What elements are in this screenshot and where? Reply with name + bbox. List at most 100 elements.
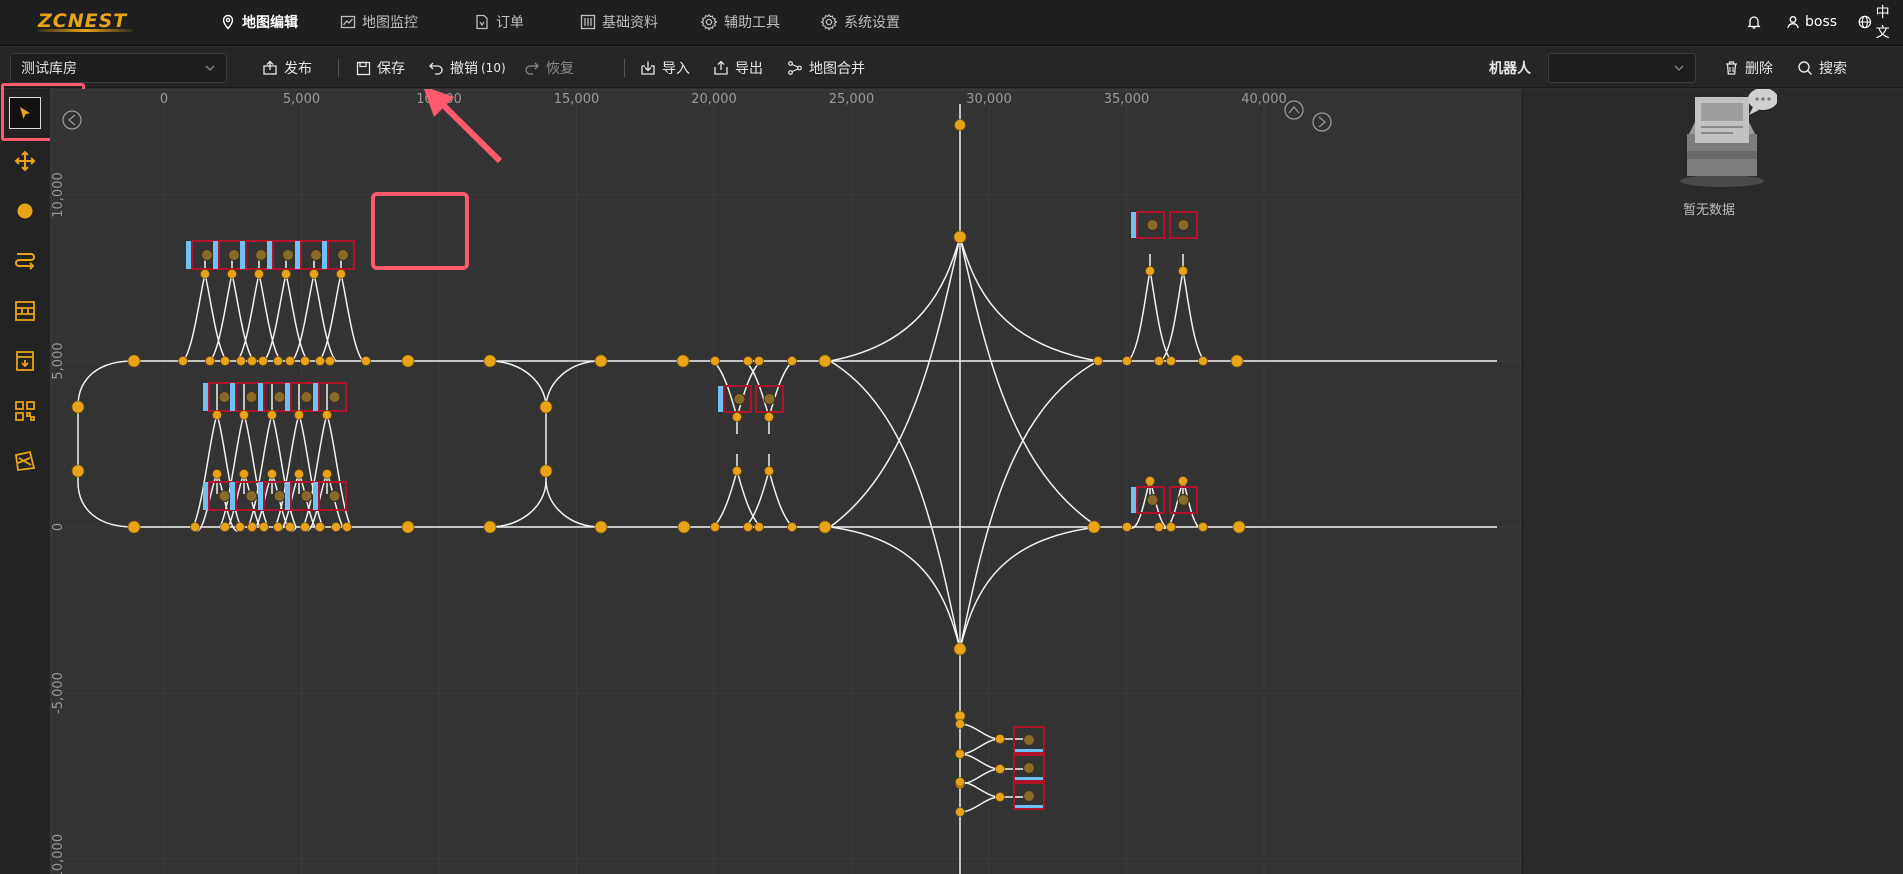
map-node[interactable] [342,522,352,532]
path-segment[interactable] [959,781,1001,798]
map-node[interactable] [227,269,237,279]
shelf-storage-node[interactable] [300,391,313,403]
map-node[interactable] [1145,476,1155,486]
map-node[interactable] [127,520,141,534]
map-node[interactable] [1122,522,1132,532]
map-node[interactable] [294,469,304,479]
map-node[interactable] [1232,520,1246,534]
path-segment[interactable] [959,796,1001,813]
map-node[interactable] [322,469,332,479]
path-segment[interactable] [959,236,1099,362]
map-node[interactable] [361,356,371,366]
expand-right-button[interactable] [1312,112,1332,132]
path-segment[interactable] [829,526,961,650]
map-canvas[interactable]: 0 5,000 10,000 15,000 20,000 25,000 30,000 35,0… [50,89,1522,874]
robot-select[interactable] [1548,53,1696,83]
map-merge-button[interactable]: 地图合并 [787,53,865,83]
path-segment[interactable] [545,481,602,528]
map-node[interactable] [247,356,257,366]
path-segment[interactable] [829,236,961,362]
path-segment[interactable] [736,470,762,528]
map-node[interactable] [401,520,415,534]
shelf-storage-node[interactable] [300,490,313,502]
shelf-storage-node[interactable] [218,391,231,403]
shelf-storage-node[interactable] [228,249,240,261]
map-node[interactable] [294,410,304,420]
path-segment[interactable] [182,273,206,362]
map-node[interactable] [818,520,832,534]
warehouse-select[interactable]: 测试库房 [10,53,227,83]
save-button[interactable]: 保存 [356,53,405,83]
point-tool[interactable] [9,195,41,227]
shelf[interactable] [322,240,355,270]
notifications-button[interactable] [1746,0,1762,44]
path-segment[interactable] [959,738,1001,755]
map-node[interactable] [200,269,210,279]
path-segment[interactable] [285,273,309,362]
import-button[interactable]: 导入 [640,53,690,83]
map-node[interactable] [594,354,608,368]
map-node[interactable] [309,269,319,279]
export-button[interactable]: 导出 [713,53,763,83]
path-segment[interactable] [829,236,961,528]
map-node[interactable] [1122,356,1132,366]
shelf-storage-node[interactable] [273,391,286,403]
shelf-group[interactable] [186,211,1198,810]
path-segment[interactable] [545,360,602,407]
shelf-storage-node[interactable] [1177,494,1190,506]
shelf-storage-node[interactable] [1023,762,1035,774]
map-node[interactable] [676,354,690,368]
shelf-storage-node[interactable] [733,393,746,405]
map-node[interactable] [212,410,222,420]
map-node[interactable] [954,119,966,131]
map-node[interactable] [1198,522,1208,532]
shelf-storage-node[interactable] [763,393,776,405]
path-segment[interactable] [1127,270,1151,362]
undo-button[interactable]: 撤销 (10) [428,53,506,83]
search-button[interactable]: 搜索 [1797,53,1847,83]
path-segment[interactable] [829,360,961,650]
nav-aux-tools[interactable]: 辅助工具 [700,0,780,44]
map-node[interactable] [732,466,742,476]
shelf[interactable] [1131,211,1165,239]
path-segment[interactable] [959,526,1099,650]
map-node[interactable] [1230,354,1244,368]
map-node[interactable] [259,522,269,532]
map-node[interactable] [273,356,283,366]
map-node[interactable] [267,469,277,479]
map-node[interactable] [315,522,325,532]
shelf-storage-node[interactable] [201,249,213,261]
map-node[interactable] [995,792,1005,802]
path-segment[interactable] [340,273,364,362]
path-segment[interactable] [489,360,547,528]
map-node[interactable] [254,269,264,279]
map-node[interactable] [677,520,691,534]
map-node[interactable] [1198,356,1208,366]
map-node[interactable] [273,522,283,532]
publish-button[interactable]: 发布 [262,53,312,83]
map-node[interactable] [732,412,742,422]
shelf-storage-node[interactable] [328,490,341,502]
map-node[interactable] [300,522,310,532]
map-node[interactable] [743,522,753,532]
path-segment[interactable] [77,360,135,528]
shelf-storage-node[interactable] [255,249,267,261]
nav-map-monitor[interactable]: 地图监控 [340,0,418,44]
shelf-storage-node[interactable] [1146,219,1159,231]
nav-system-settings[interactable]: 系统设置 [820,0,900,44]
collapse-left-button[interactable] [62,110,82,130]
shelf-storage-node[interactable] [245,490,258,502]
map-node[interactable] [239,469,249,479]
map-node[interactable] [953,230,967,244]
map-node[interactable] [71,400,85,414]
brand-logo[interactable]: ZCNEST [38,10,132,36]
map-node[interactable] [247,522,257,532]
map-node[interactable] [710,356,720,366]
map-node[interactable] [594,520,608,534]
nav-basic-data[interactable]: 基础资料 [580,0,658,44]
map-node[interactable] [212,469,222,479]
map-node[interactable] [1145,266,1155,276]
delete-button[interactable]: 删除 [1724,53,1773,83]
map-node[interactable] [955,719,965,729]
map-node[interactable] [1154,522,1164,532]
